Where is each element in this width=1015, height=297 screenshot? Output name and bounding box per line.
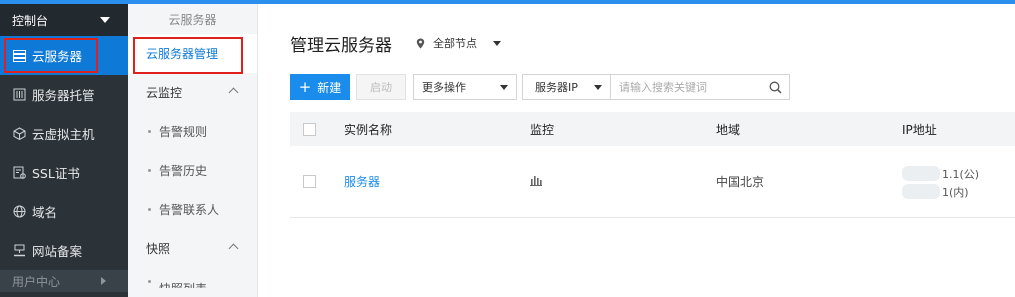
main-content: 管理云服务器 全部节点 + 新建 启动 更多操作 服务器IP 请输入搜索关键词 … xyxy=(258,4,1015,297)
globe-icon xyxy=(12,205,26,219)
caret-down-icon xyxy=(500,84,508,90)
sidebar-item-label: SSL证书 xyxy=(32,166,80,181)
bullet-icon xyxy=(148,130,151,133)
subnav-group-label: 云监控 xyxy=(146,86,183,100)
subnav-item-snapshot-list[interactable]: 快照列表 xyxy=(128,268,257,288)
main-sidebar: 控制台 云服务器 服务器托管 云虚拟主机 SSL证书 域名 网站备案 用户中心 xyxy=(0,4,128,297)
subnav-item-label: 快照列表 xyxy=(159,280,207,288)
start-button-label: 启动 xyxy=(370,81,392,94)
region-value: 中国北京 xyxy=(716,175,765,189)
server-list-icon xyxy=(12,49,26,63)
search-button[interactable] xyxy=(761,75,789,99)
chevron-up-icon xyxy=(228,87,239,98)
more-actions-label: 更多操作 xyxy=(422,81,466,94)
sidebar-item-cloud-server[interactable]: 云服务器 xyxy=(0,36,128,75)
server-table: 实例名称 监控 地域 IP地址 服务器 中国北京 1.1(公) 1(内) xyxy=(290,112,1015,218)
sidebar-item-virtual-host[interactable]: 云虚拟主机 xyxy=(0,114,128,153)
caret-down-icon xyxy=(594,84,602,90)
server-rack-icon xyxy=(12,88,26,102)
caret-down-icon xyxy=(100,17,110,23)
new-button[interactable]: + 新建 xyxy=(290,74,350,100)
sidebar-item-filing[interactable]: 网站备案 xyxy=(0,231,128,270)
page-title: 管理云服务器 xyxy=(290,36,392,56)
subnav-item-alarm-history[interactable]: 告警历史 xyxy=(128,151,257,190)
ip-public: 1.1(公) xyxy=(942,168,980,181)
sidebar-item-ssl[interactable]: SSL证书 xyxy=(0,153,128,192)
column-header-monitor: 监控 xyxy=(530,122,555,137)
console-menu-header[interactable]: 控制台 xyxy=(0,4,128,36)
subnav-item-label: 告警规则 xyxy=(159,125,208,139)
secondary-nav: 云服务器 云服务器管理 云监控 告警规则 告警历史 告警联系人 快照 快照列表 xyxy=(128,4,258,297)
table-header: 实例名称 监控 地域 IP地址 xyxy=(290,112,1015,146)
search-field-label: 服务器IP xyxy=(535,81,578,94)
region-label: 全部节点 xyxy=(433,37,477,50)
sidebar-item-server-hosting[interactable]: 服务器托管 xyxy=(0,75,128,114)
secondary-nav-title: 云服务器 xyxy=(168,12,217,27)
subnav-item-label: 告警历史 xyxy=(159,164,208,178)
subnav-group-monitoring[interactable]: 云监控 xyxy=(128,73,257,112)
column-header-name: 实例名称 xyxy=(344,122,393,137)
subnav-item-label: 云服务器管理 xyxy=(146,47,219,61)
sidebar-item-label: 域名 xyxy=(32,205,58,220)
subnav-item-alarm-contacts[interactable]: 告警联系人 xyxy=(128,190,257,229)
bar-chart-icon xyxy=(530,176,542,186)
ip-address-cell: 1.1(公) 1(内) xyxy=(902,164,992,204)
row-checkbox[interactable] xyxy=(303,175,316,188)
start-button[interactable]: 启动 xyxy=(356,74,406,100)
bullet-icon xyxy=(148,208,151,211)
column-header-ip: IP地址 xyxy=(902,122,937,137)
search-group: 服务器IP xyxy=(522,74,790,100)
search-input[interactable] xyxy=(611,75,761,99)
redaction-mask xyxy=(902,184,940,199)
sidebar-item-label: 用户中心 xyxy=(12,274,61,289)
new-button-label: 新建 xyxy=(317,80,342,95)
cube-icon xyxy=(12,127,26,141)
plus-icon: + xyxy=(298,77,312,96)
chevron-right-icon xyxy=(101,277,106,285)
table-row: 服务器 中国北京 1.1(公) 1(内) xyxy=(290,146,1015,218)
location-pin-icon xyxy=(416,38,425,48)
select-all-checkbox[interactable] xyxy=(303,122,316,136)
sidebar-item-user-center[interactable]: 用户中心 xyxy=(0,270,128,292)
sidebar-item-label: 服务器托管 xyxy=(32,88,95,103)
filing-icon xyxy=(12,244,26,258)
bullet-icon xyxy=(148,169,151,172)
subnav-group-label: 快照 xyxy=(146,242,171,256)
subnav-item-alarm-rules[interactable]: 告警规则 xyxy=(128,112,257,151)
subnav-item-server-management[interactable]: 云服务器管理 xyxy=(128,34,257,73)
chevron-up-icon xyxy=(228,243,239,254)
certificate-icon xyxy=(12,166,26,180)
subnav-group-snapshot[interactable]: 快照 xyxy=(128,229,257,268)
caret-down-icon xyxy=(493,40,501,46)
subnav-item-label: 告警联系人 xyxy=(159,203,220,217)
search-icon xyxy=(769,81,782,94)
console-label: 控制台 xyxy=(12,13,49,28)
search-field-select[interactable]: 服务器IP xyxy=(523,75,611,99)
monitor-chart-button[interactable] xyxy=(530,174,542,189)
redaction-mask xyxy=(902,166,940,181)
instance-name-link[interactable]: 服务器 xyxy=(344,173,380,190)
more-actions-dropdown[interactable]: 更多操作 xyxy=(413,74,517,100)
toolbar: + 新建 启动 更多操作 服务器IP xyxy=(290,74,790,100)
sidebar-item-label: 云服务器 xyxy=(32,49,83,64)
sidebar-item-label: 网站备案 xyxy=(32,244,83,259)
ip-private: 1(内) xyxy=(942,186,969,199)
bullet-icon xyxy=(148,280,151,283)
column-header-region: 地域 xyxy=(716,122,741,137)
region-selector[interactable]: 全部节点 xyxy=(416,35,501,51)
sidebar-item-label: 云虚拟主机 xyxy=(32,127,95,142)
sidebar-item-domain[interactable]: 域名 xyxy=(0,192,128,231)
